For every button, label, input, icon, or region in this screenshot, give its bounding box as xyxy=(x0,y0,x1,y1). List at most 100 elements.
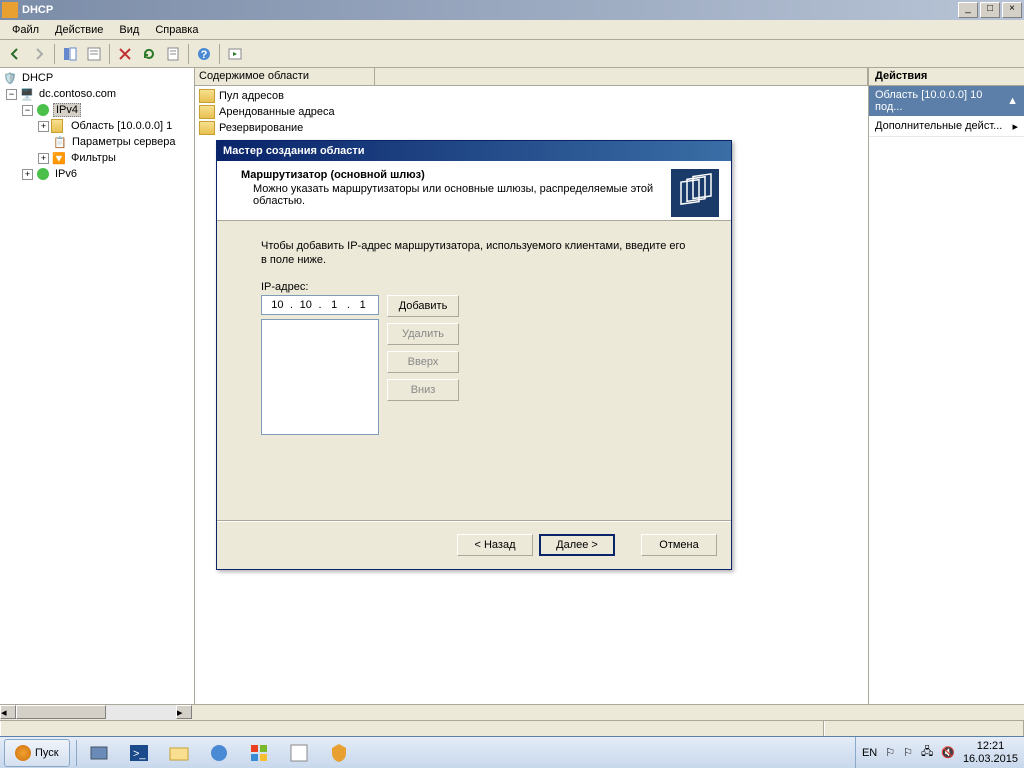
wizard-titlebar[interactable]: Мастер создания области xyxy=(217,141,731,161)
ip-octet-4[interactable] xyxy=(353,299,373,311)
tree-scope[interactable]: + Область [10.0.0.0] 1 xyxy=(2,118,192,134)
ip-address-label: IP-адрес: xyxy=(261,281,687,293)
content-list[interactable]: Пул адресов Арендованные адреса Резервир… xyxy=(195,86,868,138)
ip-row: . . . Добавить Удалить Вверх Вниз xyxy=(261,295,687,435)
properties-button[interactable] xyxy=(83,43,105,65)
ip-dot: . xyxy=(318,299,321,311)
menu-file[interactable]: Файл xyxy=(4,22,47,38)
tree-hscrollbar[interactable]: ◂ ▸ xyxy=(0,704,1024,720)
start-button[interactable]: Пуск xyxy=(4,739,70,767)
wizard-title-text: Мастер создания области xyxy=(223,145,365,157)
volume-icon[interactable]: 🔇 xyxy=(941,746,955,759)
wizard-header-desc: Можно указать маршрутизаторы или основны… xyxy=(229,183,671,207)
task-server-manager[interactable] xyxy=(79,739,119,767)
network-icon[interactable]: 🖧 xyxy=(921,743,933,762)
content-header: Содержимое области xyxy=(195,68,868,86)
refresh-button[interactable] xyxy=(138,43,160,65)
tree-ipv4[interactable]: − IPv4 xyxy=(2,102,192,118)
expand-icon[interactable]: + xyxy=(38,121,49,132)
tray-icon[interactable]: ⚐ xyxy=(903,746,913,759)
svg-text:?: ? xyxy=(201,49,208,61)
up-button[interactable]: Вверх xyxy=(387,351,459,373)
close-button[interactable]: × xyxy=(1002,2,1022,18)
tree-filters[interactable]: + 🔽 Фильтры xyxy=(2,150,192,166)
content-header-spacer xyxy=(375,68,868,85)
list-item[interactable]: Арендованные адреса xyxy=(197,104,866,120)
clock[interactable]: 12:21 16.03.2015 xyxy=(963,740,1018,766)
menu-action[interactable]: Действие xyxy=(47,22,111,38)
task-app[interactable] xyxy=(279,739,319,767)
ipv6-icon xyxy=(35,166,51,182)
actions-scope[interactable]: Область [10.0.0.0] 10 под... ▲ xyxy=(869,86,1024,116)
clock-date: 16.03.2015 xyxy=(963,753,1018,766)
wizard-button-column: Добавить Удалить Вверх Вниз xyxy=(387,295,459,401)
ip-octet-3[interactable] xyxy=(324,299,344,311)
clock-time: 12:21 xyxy=(963,740,1018,753)
tray-icon[interactable]: ⚐ xyxy=(885,746,895,759)
action-button[interactable] xyxy=(224,43,246,65)
back-button[interactable]: < Назад xyxy=(457,534,533,556)
next-button[interactable]: Далее > xyxy=(539,534,615,556)
tree-ipv6[interactable]: + IPv6 xyxy=(2,166,192,182)
export-button[interactable] xyxy=(162,43,184,65)
collapse-icon[interactable]: − xyxy=(6,89,17,100)
task-dhcp[interactable] xyxy=(319,739,359,767)
tree-server-params[interactable]: 📋 Параметры сервера xyxy=(2,134,192,150)
filter-icon: 🔽 xyxy=(51,150,67,166)
tree-root[interactable]: 🛡️ DHCP xyxy=(2,70,192,86)
scroll-thumb[interactable] xyxy=(16,705,106,719)
expand-icon[interactable]: + xyxy=(22,169,33,180)
delete-button[interactable] xyxy=(114,43,136,65)
system-tray: EN ⚐ ⚐ 🖧 🔇 12:21 16.03.2015 xyxy=(855,737,1024,768)
ip-list[interactable] xyxy=(261,319,379,435)
start-orb-icon xyxy=(15,745,31,761)
chevron-up-icon: ▲ xyxy=(1007,95,1018,107)
menubar: Файл Действие Вид Справка xyxy=(0,20,1024,40)
menu-view[interactable]: Вид xyxy=(111,22,147,38)
language-indicator[interactable]: EN xyxy=(862,747,877,759)
list-item[interactable]: Резервирование xyxy=(197,120,866,136)
scroll-left-button[interactable]: ◂ xyxy=(0,705,16,719)
task-app[interactable] xyxy=(239,739,279,767)
forward-button[interactable] xyxy=(28,43,50,65)
ip-octet-1[interactable] xyxy=(267,299,287,311)
toolbar-separator xyxy=(188,44,189,64)
task-app[interactable] xyxy=(199,739,239,767)
tree-server[interactable]: − 🖥️ dc.contoso.com xyxy=(2,86,192,102)
task-powershell[interactable]: >_ xyxy=(119,739,159,767)
wizard-dialog: Мастер создания области Маршрутизатор (о… xyxy=(216,140,732,570)
actions-more[interactable]: Дополнительные дейст... ▸ xyxy=(869,116,1024,137)
remove-button[interactable]: Удалить xyxy=(387,323,459,345)
minimize-button[interactable]: _ xyxy=(958,2,978,18)
scroll-right-button[interactable]: ▸ xyxy=(176,705,192,719)
add-button[interactable]: Добавить xyxy=(387,295,459,317)
tree-params-label: Параметры сервера xyxy=(70,136,178,148)
task-explorer[interactable] xyxy=(159,739,199,767)
content-header-label[interactable]: Содержимое области xyxy=(195,68,375,85)
help-button[interactable]: ? xyxy=(193,43,215,65)
back-button[interactable] xyxy=(4,43,26,65)
ip-address-input[interactable]: . . . xyxy=(261,295,379,315)
down-button[interactable]: Вниз xyxy=(387,379,459,401)
wizard-header: Маршрутизатор (основной шлюз) Можно указ… xyxy=(217,161,731,221)
show-hide-button[interactable] xyxy=(59,43,81,65)
collapse-icon[interactable]: − xyxy=(22,105,33,116)
tree[interactable]: 🛡️ DHCP − 🖥️ dc.contoso.com − IPv4 + Обл… xyxy=(0,68,194,184)
toolbar-separator xyxy=(219,44,220,64)
app-icon xyxy=(2,2,18,18)
maximize-button[interactable]: □ xyxy=(980,2,1000,18)
cancel-button[interactable]: Отмена xyxy=(641,534,717,556)
toolbar-separator xyxy=(109,44,110,64)
ip-dot: . xyxy=(290,299,293,311)
expand-icon[interactable]: + xyxy=(38,153,49,164)
tree-panel: 🛡️ DHCP − 🖥️ dc.contoso.com − IPv4 + Обл… xyxy=(0,68,195,704)
ip-octet-2[interactable] xyxy=(296,299,316,311)
folder-icon xyxy=(199,89,215,103)
folder-icon xyxy=(51,118,67,134)
tree-server-label: dc.contoso.com xyxy=(37,88,118,100)
menu-help[interactable]: Справка xyxy=(147,22,206,38)
list-item[interactable]: Пул адресов xyxy=(197,88,866,104)
ip-column: . . . xyxy=(261,295,379,435)
chevron-right-icon: ▸ xyxy=(1012,120,1018,133)
wizard-body: Чтобы добавить IP-адрес маршрутизатора, … xyxy=(217,221,731,521)
